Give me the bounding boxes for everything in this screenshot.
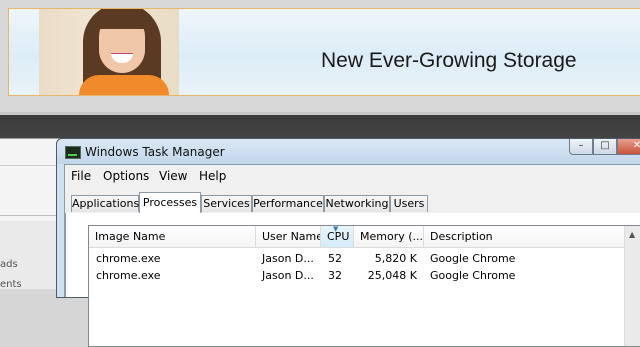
process-list: Image Name User Name ▼ CPU Memory (... D… [88, 225, 640, 347]
banner-headline: New Ever-Growing Storage [321, 49, 577, 72]
minimize-button[interactable]: – [569, 139, 593, 155]
tab-networking[interactable]: Networking [324, 195, 390, 212]
webpage-area: New Ever-Growing Storage [0, 0, 640, 112]
table-row-1-user[interactable]: Jason D... [262, 250, 314, 267]
close-button[interactable]: ✕ [617, 139, 640, 155]
window-body: File Options View Help Applications Proc… [64, 164, 640, 347]
task-manager-icon [65, 146, 81, 159]
table-row-1-memory[interactable]: 5,820 K [354, 250, 417, 267]
table-row-1-description[interactable]: Google Chrome [430, 250, 515, 267]
column-header-cpu[interactable]: ▼ CPU [321, 226, 354, 248]
window-title: Windows Task Manager [85, 145, 225, 159]
bg-link-ads[interactable]: ads [0, 259, 18, 270]
table-row-2-description[interactable]: Google Chrome [430, 267, 515, 284]
maximize-button[interactable]: □ [593, 139, 617, 155]
column-header-description[interactable]: Description [424, 226, 625, 248]
table-row-2-user[interactable]: Jason D... [262, 267, 314, 284]
menu-file[interactable]: File [71, 169, 91, 183]
bg-divider [0, 215, 60, 216]
table-row-2-cpu[interactable]: 32 [321, 267, 342, 284]
table-row-2-memory[interactable]: 25,048 K [354, 267, 417, 284]
scroll-up-icon[interactable]: ▲ [629, 230, 635, 239]
banner-photo [39, 9, 179, 95]
bg-divider [0, 165, 60, 166]
storage-banner[interactable]: New Ever-Growing Storage [8, 8, 640, 96]
bangs-shape [95, 9, 149, 29]
menu-help[interactable]: Help [199, 169, 226, 183]
table-row-1-image[interactable]: chrome.exe [96, 250, 161, 267]
title-bar[interactable]: Windows Task Manager – □ ✕ [57, 139, 640, 164]
tab-services[interactable]: Services [201, 195, 252, 212]
sort-descending-icon: ▼ [333, 226, 339, 233]
menu-options[interactable]: Options [103, 169, 149, 183]
column-header-memory[interactable]: Memory (... [354, 226, 424, 248]
vertical-scrollbar[interactable]: ▲ [624, 226, 640, 346]
bg-link-ents[interactable]: ents [0, 279, 22, 290]
menu-view[interactable]: View [159, 169, 187, 183]
menu-bar: File Options View Help [65, 165, 640, 187]
table-row-1-cpu[interactable]: 52 [321, 250, 342, 267]
background-window: ads ents [0, 138, 60, 290]
shirt-shape [79, 75, 169, 95]
task-manager-window: Windows Task Manager – □ ✕ File Options … [56, 138, 640, 347]
tab-performance[interactable]: Performance [252, 195, 324, 212]
column-header-user-name[interactable]: User Name [256, 226, 321, 248]
table-row-2-image[interactable]: chrome.exe [96, 267, 161, 284]
tab-applications[interactable]: Applications [71, 195, 139, 212]
tab-processes[interactable]: Processes [139, 192, 201, 213]
tab-users[interactable]: Users [390, 195, 428, 212]
column-header-image-name[interactable]: Image Name [89, 226, 256, 248]
processes-panel: Image Name User Name ▼ CPU Memory (... D… [65, 213, 640, 347]
